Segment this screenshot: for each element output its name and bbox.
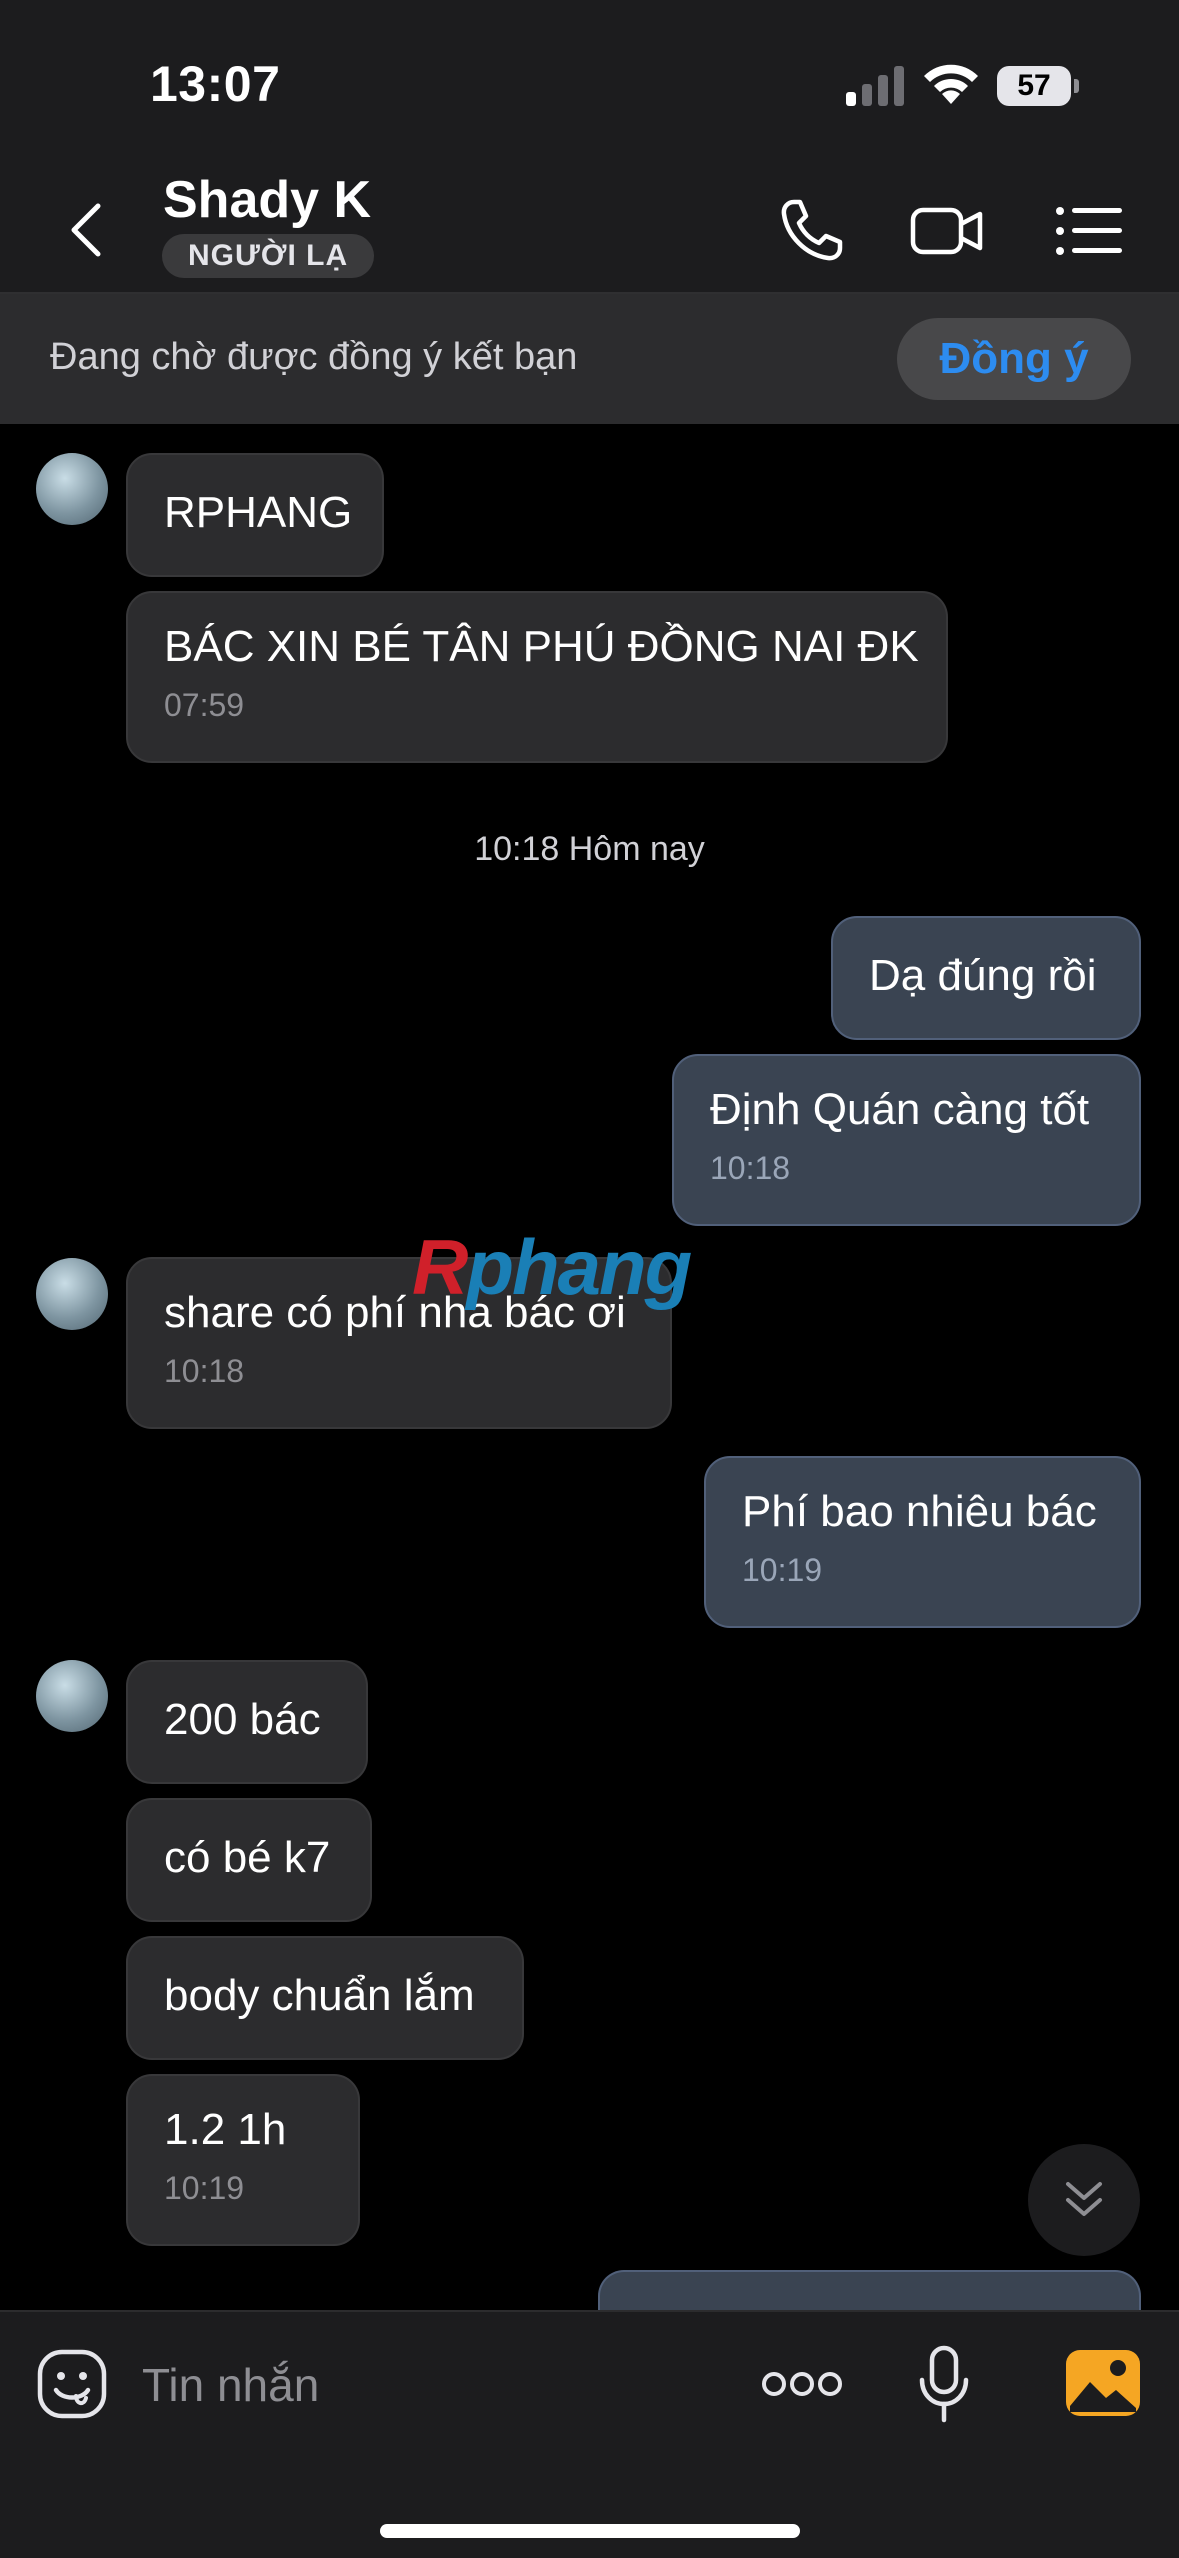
message-bubble[interactable]: Định Quán càng tốt 10:18 (672, 1054, 1141, 1226)
cellular-signal-icon (846, 66, 904, 106)
message-input-bar (0, 2310, 1179, 2558)
message-bubble[interactable]: 200 bác (126, 1660, 368, 1784)
friend-request-status: Đang chờ được đồng ý kết bạn (50, 336, 578, 378)
message-bubble[interactable]: 1.2 1h 10:19 (126, 2074, 360, 2246)
contact-avatar[interactable] (36, 453, 108, 525)
more-options-icon[interactable] (760, 2366, 844, 2402)
chat-header: Shady K NGƯỜI LẠ (0, 170, 1179, 294)
message-text: Định Quán càng tốt (710, 1085, 1090, 1134)
status-time: 13:07 (150, 56, 281, 112)
message-time: 10:18 (710, 1150, 791, 1186)
wifi-icon (924, 64, 978, 104)
message-bubble[interactable]: Phí bao nhiêu bác 10:19 (704, 1456, 1141, 1628)
message-time: 10:19 (164, 2170, 245, 2206)
message-text: Dạ đúng rồi (869, 951, 1097, 1000)
contact-avatar[interactable] (36, 1660, 108, 1732)
message-bubble[interactable]: RPHANG (126, 453, 384, 577)
message-bubble[interactable]: Dạ đúng rồi (831, 916, 1141, 1040)
video-camera-icon[interactable] (910, 194, 984, 268)
message-text: RPHANG (164, 488, 353, 537)
watermark-logo: Rphang (412, 1223, 692, 1311)
message-time: 07:59 (164, 687, 245, 723)
accept-friend-button[interactable]: Đồng ý (897, 318, 1131, 400)
message-text: 200 bác (164, 1695, 321, 1744)
scroll-to-bottom-button[interactable] (1028, 2144, 1140, 2256)
sticker-emoji-icon[interactable] (36, 2348, 108, 2420)
message-input[interactable] (140, 2348, 704, 2422)
message-text: body chuẩn lắm (164, 1971, 475, 2020)
gallery-image-icon[interactable] (1066, 2350, 1140, 2416)
menu-list-icon[interactable] (1052, 194, 1126, 268)
message-text: Phí bao nhiêu bác (742, 1487, 1097, 1536)
battery-icon: 57 (997, 66, 1079, 106)
home-indicator[interactable] (380, 2524, 800, 2538)
message-text: BÁC XIN BÉ TÂN PHÚ ĐỒNG NAI ĐK (164, 622, 919, 671)
stranger-badge: NGƯỜI LẠ (162, 234, 375, 278)
message-bubble[interactable]: body chuẩn lắm (126, 1936, 524, 2060)
back-icon[interactable] (62, 200, 112, 260)
message-time: 10:19 (742, 1552, 823, 1588)
date-separator: 10:18 Hôm nay (474, 830, 705, 868)
friend-request-bar: Đang chờ được đồng ý kết bạn Đồng ý (0, 294, 1179, 424)
microphone-icon[interactable] (916, 2344, 972, 2424)
battery-level: 57 (997, 66, 1071, 106)
status-bar: 13:07 57 (0, 0, 1179, 170)
contact-avatar[interactable] (36, 1258, 108, 1330)
contact-name[interactable]: Shady K (163, 170, 371, 230)
message-time: 10:18 (164, 1353, 245, 1389)
message-text: 1.2 1h (164, 2105, 287, 2154)
message-text: có bé k7 (164, 1833, 331, 1882)
double-chevron-down-icon (1066, 2182, 1102, 2216)
phone-icon[interactable] (774, 194, 848, 268)
message-bubble[interactable]: có bé k7 (126, 1798, 372, 1922)
message-bubble[interactable]: BÁC XIN BÉ TÂN PHÚ ĐỒNG NAI ĐK 07:59 (126, 591, 948, 763)
